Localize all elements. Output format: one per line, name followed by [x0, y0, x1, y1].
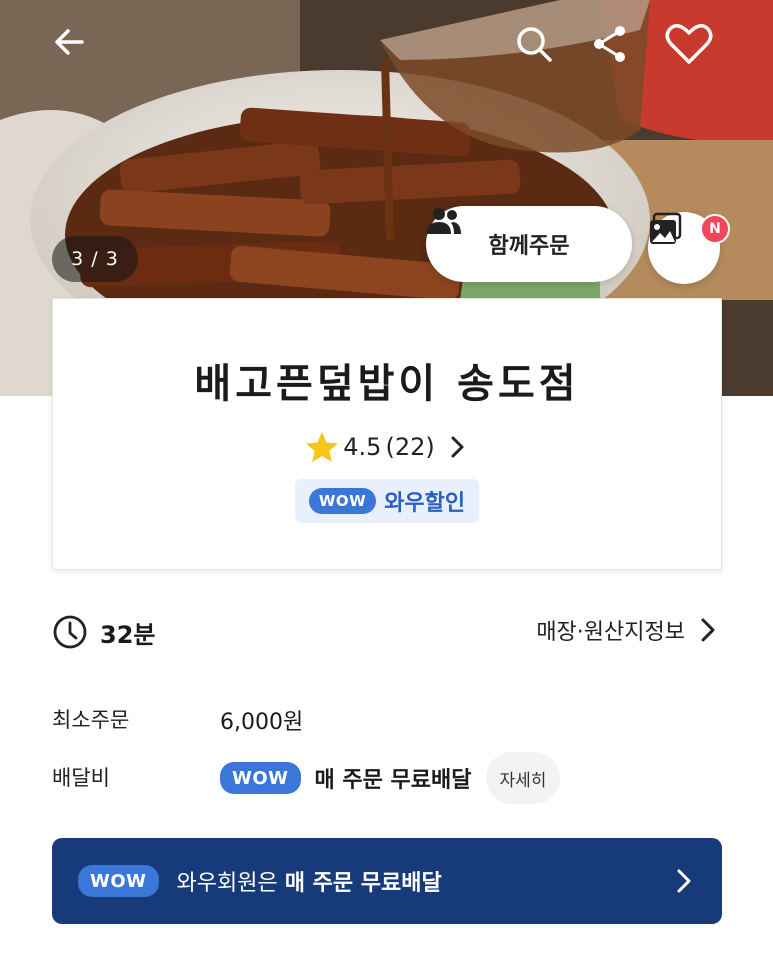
wow-membership-banner[interactable]: WOW 와우회원은 매 주문 무료배달 [52, 838, 722, 924]
min-order-value: 6,000원 [220, 710, 304, 735]
search-icon [517, 27, 552, 62]
delivery-fee-row: WOW 매 주문 무료배달 자세히 [220, 752, 561, 804]
min-order-label: 최소주문 [52, 708, 130, 732]
back-button[interactable] [50, 22, 102, 74]
store-origin-info-link[interactable]: 매장·원산지정보 [536, 614, 719, 646]
delivery-fee-label: 배달비 [52, 766, 110, 790]
store-card: 배고픈덮밥이 송도점 4.5 (22) WOW 와우할인 [52, 298, 722, 570]
rating-link[interactable]: 4.5 (22) [305, 431, 468, 463]
people-icon [427, 208, 461, 234]
wow-discount-label: 와우할인 [384, 491, 466, 516]
together-order-label: 함께주문 [488, 234, 570, 259]
wow-banner-text-prefix: 와우회원은 [176, 871, 285, 896]
wow-logo: WOW [220, 762, 301, 794]
search-button[interactable] [512, 22, 564, 74]
review-count: (22) [385, 433, 435, 461]
fee-detail-button[interactable]: 자세히 [485, 752, 561, 804]
chevron-right-icon [701, 618, 715, 642]
share-button[interactable] [588, 22, 640, 74]
star-icon [306, 432, 339, 462]
wow-logo: WOW [308, 488, 377, 514]
wow-banner-text: 와우회원은 매 주문 무료배달 [177, 865, 442, 897]
wow-logo: WOW [78, 865, 159, 897]
chevron-right-icon [677, 869, 691, 893]
photo-gallery-icon [650, 212, 682, 244]
favorite-button[interactable] [664, 20, 720, 76]
clock-icon [53, 615, 87, 649]
new-badge: N [700, 214, 730, 244]
store-name: 배고픈덮밥이 송도점 [194, 361, 580, 407]
chevron-right-icon [451, 436, 464, 458]
rating-value: 4.5 [343, 433, 382, 461]
wow-banner-text-bold: 매 주문 무료배달 [284, 871, 442, 896]
arrow-left-icon [55, 29, 84, 55]
heart-icon [665, 24, 713, 64]
delivery-time-value: 32분 [100, 620, 156, 649]
together-order-button[interactable]: 함께주문 [426, 206, 632, 282]
wow-discount-chip: WOW 와우할인 [294, 479, 480, 523]
delivery-fee-value: 매 주문 무료배달 [314, 768, 472, 793]
delivery-time: 32분 [52, 614, 155, 650]
store-origin-info-label: 매장·원산지정보 [536, 620, 685, 645]
share-icon [594, 26, 625, 62]
photo-counter: 3 / 3 [52, 236, 138, 282]
